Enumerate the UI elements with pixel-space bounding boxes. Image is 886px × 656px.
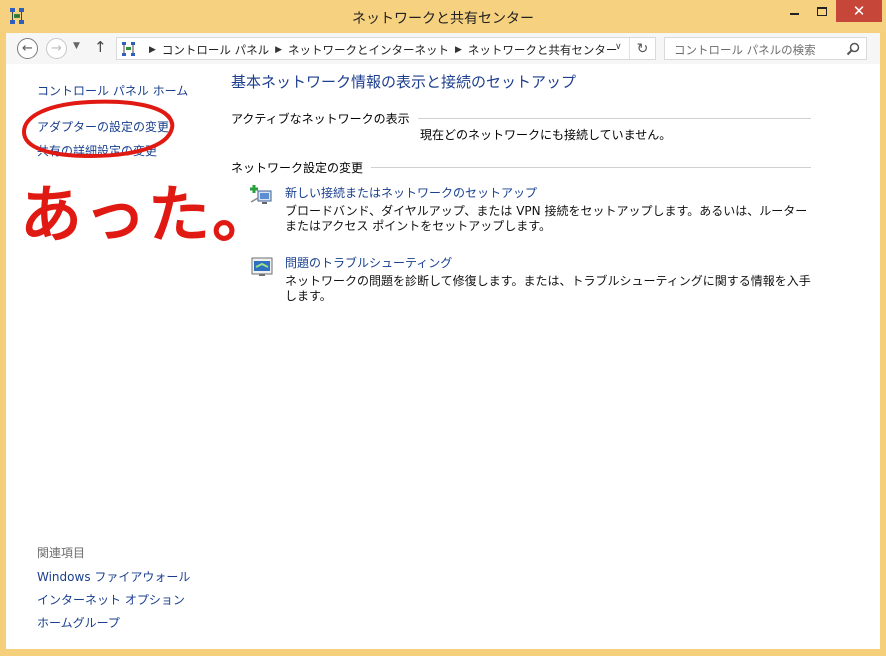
maximize-icon (817, 6, 827, 16)
related-link-homegroup[interactable]: ホームグループ (37, 614, 120, 631)
minimize-button[interactable] (780, 0, 808, 22)
address-bar[interactable]: ▶ コントロール パネル ▶ ネットワークとインターネット ▶ ネットワークと共… (116, 37, 656, 60)
related-link-internet-options[interactable]: インターネット オプション (37, 591, 185, 608)
breadcrumb-chevron-icon[interactable]: ▶ (455, 45, 462, 55)
recent-locations-button[interactable]: ▼ (73, 41, 80, 51)
search-placeholder: コントロール パネルの検索 (674, 43, 816, 57)
breadcrumb-network-internet[interactable]: ネットワークとインターネット (288, 42, 449, 58)
close-icon: ✕ (852, 2, 866, 20)
minimize-icon (789, 13, 799, 15)
breadcrumb-chevron-icon[interactable]: ▶ (275, 45, 282, 55)
chevron-down-icon: ∨ (615, 42, 622, 52)
task-link-troubleshoot[interactable]: 問題のトラブルシューティング (285, 254, 452, 271)
active-networks-heading: アクティブなネットワークの表示 (231, 110, 418, 127)
breadcrumb: ▶ コントロール パネル ▶ ネットワークとインターネット ▶ ネットワークと共… (143, 42, 617, 58)
annotation-text: あった。 (20, 178, 277, 251)
task-desc-new-connection: ブロードバンド、ダイヤルアップ、または VPN 接続をセットアップします。あるい… (285, 204, 808, 233)
breadcrumb-control-panel[interactable]: コントロール パネル (162, 42, 269, 58)
task-desc-troubleshoot: ネットワークの問題を診断して修復します。または、トラブルシューティングに関する情… (285, 274, 811, 303)
forward-arrow-icon: → (51, 41, 62, 56)
page-title: 基本ネットワーク情報の表示と接続のセットアップ (231, 73, 577, 91)
search-icon[interactable] (845, 41, 861, 57)
breadcrumb-network-sharing-center[interactable]: ネットワークと共有センター (468, 42, 618, 58)
troubleshoot-icon (251, 257, 273, 276)
breadcrumb-chevron-icon[interactable]: ▶ (149, 45, 156, 55)
back-button[interactable]: ← (17, 38, 38, 59)
network-settings-section: ネットワーク設定の変更 (231, 159, 811, 176)
maximize-button[interactable] (808, 0, 836, 22)
content-area: コントロール パネル ホーム アダプターの設定の変更 共有の詳細設定の変更 関連… (6, 64, 880, 649)
search-input[interactable]: コントロール パネルの検索 (664, 37, 867, 60)
window-title: ネットワークと共有センター (352, 11, 534, 27)
task-link-new-connection[interactable]: 新しい接続またはネットワークのセットアップ (285, 184, 537, 201)
title-bar: ネットワークと共有センター ✕ (0, 0, 886, 32)
refresh-button[interactable]: ↻ (629, 38, 655, 59)
related-heading: 関連項目 (37, 546, 86, 560)
no-network-message: 現在どのネットワークにも接続していません。 (420, 128, 672, 142)
address-dropdown-button[interactable]: ∨ (615, 42, 622, 52)
control-panel-icon (122, 42, 135, 56)
refresh-icon: ↻ (636, 40, 649, 57)
up-arrow-icon: ↑ (94, 38, 107, 56)
sidebar-link-control-panel-home[interactable]: コントロール パネル ホーム (37, 82, 188, 99)
close-button[interactable]: ✕ (836, 0, 882, 22)
forward-button[interactable]: → (46, 38, 67, 59)
up-button[interactable]: ↑ (94, 38, 107, 56)
annotation-circle (21, 99, 175, 159)
chevron-down-icon: ▼ (73, 41, 80, 51)
window: ネットワークと共有センター ✕ ← → ▼ ↑ ▶ コントロール パネル ▶ ネ… (0, 0, 886, 656)
back-arrow-icon: ← (22, 41, 33, 56)
related-link-windows-firewall[interactable]: Windows ファイアウォール (37, 568, 190, 585)
active-networks-section: アクティブなネットワークの表示 (231, 110, 811, 127)
navigation-bar: ← → ▼ ↑ ▶ コントロール パネル ▶ ネットワークとインターネット ▶ … (6, 33, 880, 64)
